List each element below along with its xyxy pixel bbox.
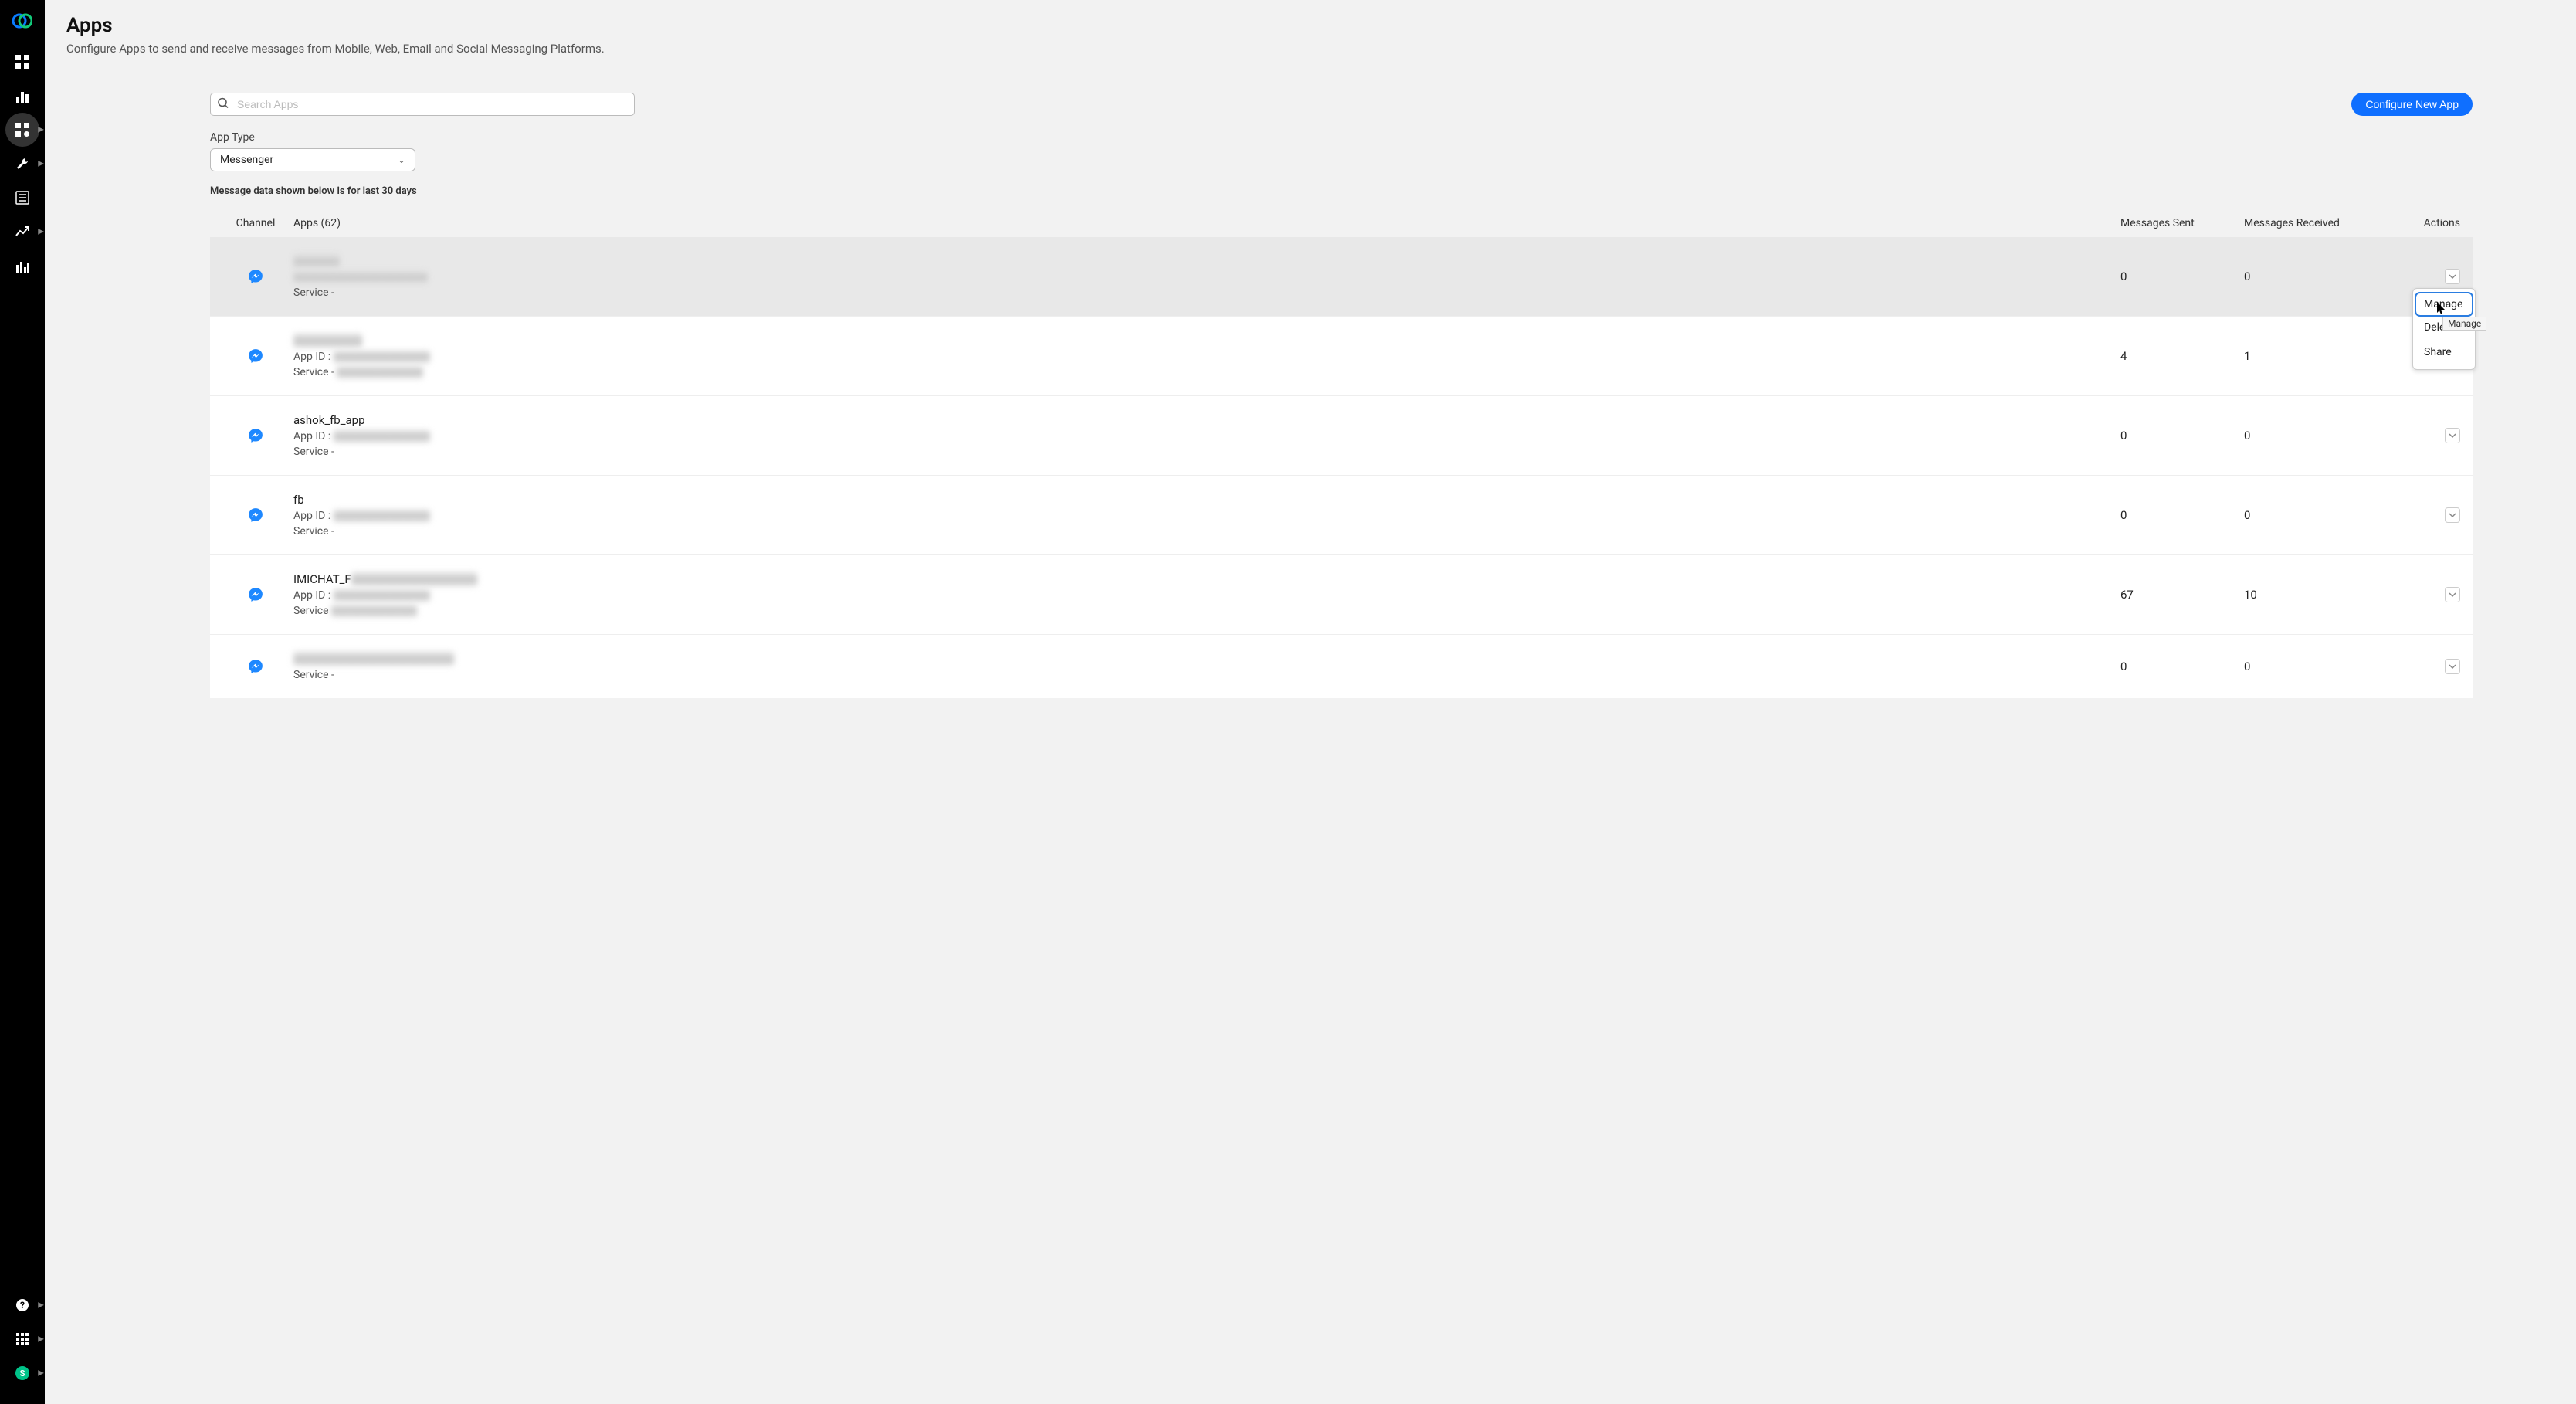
app-id-blurred: xxxxxxxxxxxxxxxxxx — [334, 589, 430, 602]
nav-tools-icon[interactable]: ▶ — [5, 147, 39, 181]
tooltip: Manage — [2442, 317, 2486, 331]
messages-received-value: 0 — [2244, 429, 2375, 443]
service-line: Service - — [293, 525, 2120, 538]
app-type-select[interactable]: Messenger ⌄ — [210, 148, 415, 171]
app-id-label: App ID : — [293, 589, 330, 602]
messenger-icon — [248, 428, 263, 443]
page-title: Apps — [66, 14, 2554, 37]
table-header: Channel Apps (62) Messages Sent Messages… — [210, 209, 2473, 237]
table-note: Message data shown below is for last 30 … — [210, 185, 2554, 197]
messages-received-value: 1 — [2244, 349, 2375, 363]
configure-new-app-button[interactable]: Configure New App — [2351, 93, 2473, 116]
row-actions-toggle[interactable] — [2445, 507, 2460, 523]
table-row: fb App ID : xxxxxxxxxxxxxxxxxx Service -… — [210, 475, 2473, 554]
nav-analytics-icon[interactable] — [5, 79, 39, 113]
apps-table: Channel Apps (62) Messages Sent Messages… — [210, 209, 2473, 698]
messages-sent-value: 0 — [2120, 429, 2244, 443]
dropdown-item-delete[interactable]: Delet Manage — [2413, 315, 2475, 340]
col-header-sent: Messages Sent — [2120, 217, 2244, 229]
nav-trending-icon[interactable]: ▶ — [5, 215, 39, 249]
nav-reports-icon[interactable] — [5, 249, 39, 283]
app-id-blurred: xxxxxxxxxxxxxxxxxxxxxxxxx — [293, 271, 428, 283]
table-row: xxxxxxxxxxxxxxxxxxxxxxxxxxxx Service - 0… — [210, 634, 2473, 698]
nav-apps-icon[interactable]: ▶ — [5, 113, 39, 147]
table-row: ashok_fb_app App ID : xxxxxxxxxxxxxxxxxx… — [210, 395, 2473, 475]
messenger-icon — [248, 587, 263, 602]
nav-grid-icon[interactable]: ▶ — [5, 1322, 39, 1356]
nav-dashboard-icon[interactable] — [5, 45, 39, 79]
messenger-icon — [248, 507, 263, 523]
messages-sent-value: 0 — [2120, 508, 2244, 522]
app-name: ashok_fb_app — [293, 413, 2120, 427]
brand-logo — [9, 8, 36, 34]
messages-received-value: 0 — [2244, 660, 2375, 673]
row-actions-dropdown: Manage Delet Manage Share — [2412, 288, 2476, 370]
messenger-icon — [248, 269, 263, 284]
search-wrap — [210, 93, 635, 116]
app-name-blurred: xxxxxxxxxxxxxxxxxxxxxxxxxxxx — [293, 652, 454, 666]
app-id-label: App ID : — [293, 351, 330, 363]
messenger-icon — [248, 348, 263, 364]
messages-sent-value: 4 — [2120, 349, 2244, 363]
messages-received-value: 0 — [2244, 508, 2375, 522]
app-id-blurred: xxxxxxxxxxxxxxxxxx — [334, 510, 430, 522]
sidebar: ▶ ▶ ▶ ? ▶ ▶ — [0, 0, 45, 1404]
row-actions-toggle[interactable] — [2445, 587, 2460, 602]
row-actions-toggle[interactable] — [2445, 428, 2460, 443]
service-line: Service - — [293, 287, 2120, 299]
app-name-blurred: xxxxxxxxxxxx — [293, 334, 362, 348]
col-header-received: Messages Received — [2244, 217, 2375, 229]
app-id-label: App ID : — [293, 430, 330, 443]
col-header-actions: Actions — [2375, 217, 2460, 229]
service-line: Service - — [293, 669, 2120, 681]
messages-sent-value: 0 — [2120, 270, 2244, 283]
table-row: xxxxxxxx xxxxxxxxxxxxxxxxxxxxxxxxx Servi… — [210, 237, 2473, 316]
search-input[interactable] — [210, 93, 635, 116]
messages-sent-value: 67 — [2120, 588, 2244, 602]
service-line: Service - — [293, 366, 334, 378]
table-row: IMICHAT_Fxxxxxxxxxxxxxxxxxxxxxx App ID :… — [210, 554, 2473, 634]
service-line: Service - — [293, 446, 2120, 458]
messenger-icon — [248, 659, 263, 674]
messages-received-value: 10 — [2244, 588, 2375, 602]
app-name-blurred: xxxxxxxxxxxxxxxxxxxxxx — [351, 572, 478, 586]
svg-text:?: ? — [20, 1300, 25, 1311]
app-type-selected-value: Messenger — [220, 154, 273, 166]
app-type-label: App Type — [210, 131, 2554, 144]
row-actions-toggle[interactable] — [2445, 659, 2460, 674]
app-id-blurred: xxxxxxxxxxxxxxxxxx — [334, 430, 430, 443]
chevron-down-icon: ⌄ — [398, 154, 405, 165]
messages-received-value: 0 — [2244, 270, 2375, 283]
nav-user-avatar[interactable]: S ▶ — [5, 1356, 39, 1390]
col-header-channel: Channel — [222, 217, 289, 229]
app-name: IMICHAT_F — [293, 572, 351, 586]
nav-list-icon[interactable] — [5, 181, 39, 215]
table-row: xxxxxxxxxxxx App ID : xxxxxxxxxxxxxxxxxx… — [210, 316, 2473, 395]
dropdown-item-share[interactable]: Share — [2413, 340, 2475, 365]
app-id-blurred: xxxxxxxxxxxxxxxxxx — [334, 351, 430, 363]
search-icon — [218, 97, 229, 112]
app-name: fb — [293, 493, 2120, 507]
service-blurred: xxxxxxxxxxxxxxxx — [337, 366, 422, 378]
col-header-apps: Apps (62) — [289, 217, 2120, 229]
nav-help-icon[interactable]: ? ▶ — [5, 1288, 39, 1322]
service-line: Service — [293, 605, 329, 617]
app-name-blurred: xxxxxxxx — [293, 254, 340, 268]
messages-sent-value: 0 — [2120, 660, 2244, 673]
page-subtitle: Configure Apps to send and receive messa… — [66, 42, 2554, 56]
app-id-label: App ID : — [293, 510, 330, 522]
main-content: Apps Configure Apps to send and receive … — [45, 0, 2576, 1404]
row-actions-toggle[interactable] — [2445, 269, 2460, 284]
dropdown-item-manage[interactable]: Manage — [2416, 293, 2472, 315]
service-blurred: xxxxxxxxxxxxxxxx — [331, 605, 417, 617]
